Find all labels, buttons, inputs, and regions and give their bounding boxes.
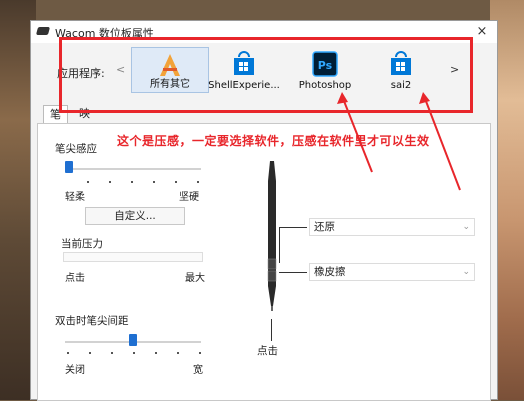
lower-button-leader: [279, 272, 307, 273]
lower-button-dropdown[interactable]: 橡皮擦 ⌄: [309, 263, 475, 281]
tip-feel-min-label: 轻柔: [65, 192, 85, 203]
chevron-down-icon: ⌄: [462, 222, 470, 232]
pen-tip-label: 点击: [257, 345, 278, 357]
tick: [87, 181, 89, 183]
annotation-text: 这个是压感，一定要选择软件，压感在软件里才可以生效: [117, 134, 430, 148]
tip-feel-max-label: 坚硬: [179, 192, 199, 203]
pen-tab-panel: [37, 123, 491, 401]
upper-button-dropdown[interactable]: 还原 ⌄: [309, 218, 475, 236]
tip-feel-label: 笔尖感应: [55, 143, 97, 155]
tick: [131, 181, 133, 183]
tick: [67, 352, 69, 354]
wacom-properties-window: Wacom 数位板属性 × 应用程序: < 所有其它 ShellExperie.…: [30, 20, 498, 401]
close-button[interactable]: ×: [473, 23, 491, 41]
tip-feel-track: [65, 168, 201, 170]
pressure-min-label: 点击: [65, 273, 85, 284]
double-click-min-label: 关闭: [65, 365, 85, 376]
tick: [109, 181, 111, 183]
current-pressure-label: 当前压力: [61, 238, 103, 250]
tick: [111, 352, 113, 354]
tick: [155, 352, 157, 354]
tick: [199, 352, 201, 354]
tick: [133, 352, 135, 354]
upper-button-leader: [279, 227, 307, 228]
tick: [175, 181, 177, 183]
tick: [197, 181, 199, 183]
double-click-max-label: 宽: [193, 365, 203, 376]
pressure-max-label: 最大: [185, 273, 205, 284]
tick: [153, 181, 155, 183]
double-click-slider[interactable]: [129, 334, 137, 346]
customize-button[interactable]: 自定义...: [85, 207, 185, 225]
lower-button-value: 橡皮擦: [314, 266, 346, 278]
tick: [177, 352, 179, 354]
upper-button-value: 还原: [314, 221, 335, 233]
pressure-meter: [63, 252, 203, 262]
double-click-distance-label: 双击时笔尖间距: [55, 315, 129, 327]
annotation-highlight-box: [59, 37, 473, 113]
wacom-logo-icon: [35, 27, 51, 35]
tip-feel-slider[interactable]: [65, 161, 73, 173]
pen-illustration: [267, 161, 277, 311]
upper-button-leader: [279, 227, 280, 263]
tick: [89, 352, 91, 354]
tip-leader: [271, 319, 272, 341]
chevron-down-icon: ⌄: [462, 267, 470, 277]
